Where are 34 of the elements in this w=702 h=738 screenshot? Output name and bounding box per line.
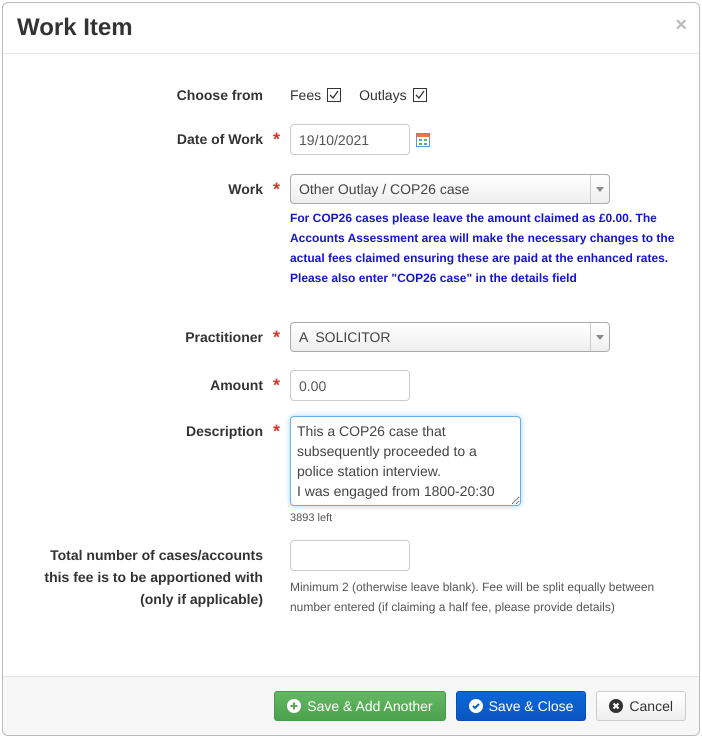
- field-label: Amount: [209, 376, 263, 395]
- required-marker: *: [272, 178, 280, 200]
- caret-icon: [596, 334, 604, 340]
- input-field[interactable]: 0.00: [290, 370, 410, 401]
- description-field[interactable]: This a COP26 case that subsequently proceeded to a police station interview. I was engaged from 1800-20:30: [290, 416, 521, 506]
- date-field[interactable]: 19/10/2021: [290, 124, 410, 155]
- input-field[interactable]: [290, 540, 410, 571]
- dropdown[interactable]: A SOLICITOR: [290, 322, 610, 352]
- field-label: Choose from: [176, 86, 263, 105]
- checkbox-label: Outlays: [359, 86, 407, 105]
- save-button[interactable]: Save & Close: [456, 691, 586, 721]
- required-marker: *: [272, 420, 280, 442]
- checkbox[interactable]: [327, 88, 342, 102]
- x-circle-icon: [609, 699, 624, 713]
- field-label: Date of Work: [176, 130, 263, 149]
- field-label: Description: [184, 422, 263, 441]
- checkbox[interactable]: [412, 88, 427, 102]
- help-text: Minimum 2 (otherwise leave blank). Fee will be split equally between number entered (if claiming a half fee, please provide details): [290, 579, 656, 616]
- caret-icon: [596, 186, 604, 192]
- dialog-title: Work Item: [17, 14, 133, 42]
- required-marker: *: [272, 374, 280, 396]
- cancel-button[interactable]: Cancel: [596, 691, 686, 721]
- check-circle-icon: [468, 699, 483, 713]
- field-label: Practitioner: [184, 328, 263, 347]
- calendar-icon[interactable]: [416, 132, 430, 146]
- info-note: For COP26 cases please leave the amount claimed as £0.00. The Accounts Assessment area will make the necessary changes to the actual fees claimed ensuring these are paid at the enhanced rates. Please also enter "COP26 case" in the details field: [290, 210, 676, 287]
- plus-circle-icon: [287, 699, 302, 713]
- field-label: Total number of cases/accounts this fee is to be apportioned with (only if applicable): [43, 546, 263, 609]
- required-marker: *: [272, 128, 280, 150]
- character-counter: 3893 left: [290, 512, 334, 524]
- field-label: Work: [227, 180, 263, 199]
- dropdown[interactable]: Other Outlay / COP26 case: [290, 174, 610, 204]
- required-marker: *: [272, 326, 280, 348]
- checkbox-label: Fees: [290, 86, 322, 105]
